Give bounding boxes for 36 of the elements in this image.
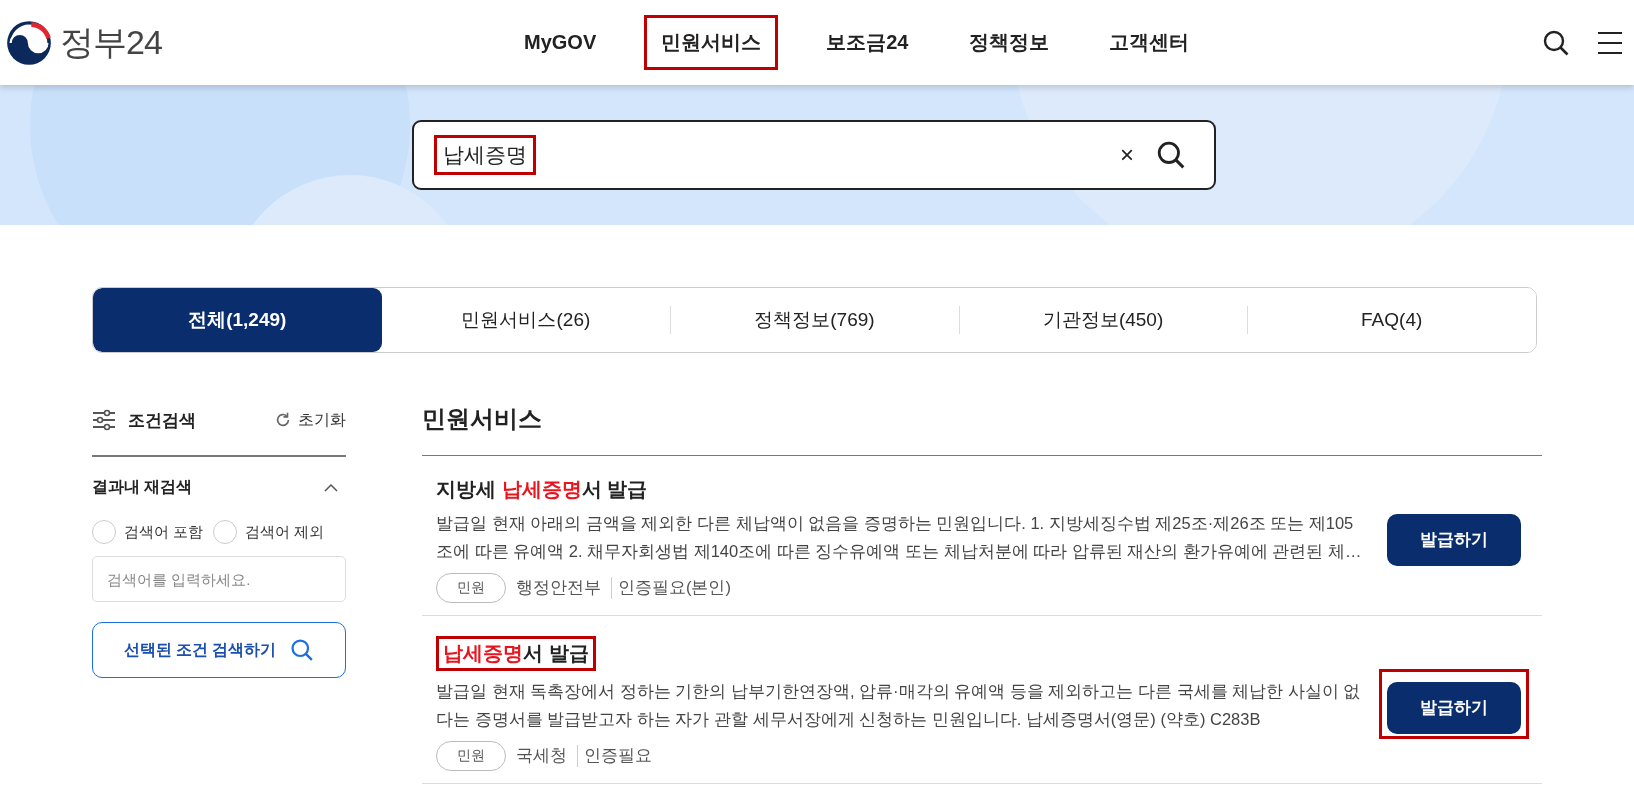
reset-button[interactable]: 초기화 bbox=[274, 409, 346, 431]
issue-button[interactable]: 발급하기 bbox=[1387, 681, 1521, 734]
section-title: 결과내 재검색 bbox=[92, 477, 193, 497]
filter-title: 조건검색 bbox=[128, 409, 196, 432]
radio-option[interactable]: 검색어 포함 bbox=[92, 520, 204, 544]
refresh-icon bbox=[274, 411, 292, 429]
search-icon bbox=[290, 638, 315, 662]
clear-button[interactable]: × bbox=[1120, 141, 1134, 169]
agency-label: 행정안전부 bbox=[516, 577, 601, 598]
apply-search-button[interactable]: 선택된 조건 검색하기 bbox=[92, 622, 346, 678]
search-value: 납세증명 bbox=[442, 142, 528, 168]
radio-option[interactable]: 검색어 제외 bbox=[213, 520, 325, 544]
section-heading: 민원서비스 bbox=[422, 403, 1542, 456]
nav-link[interactable]: 보조금24 bbox=[814, 23, 921, 62]
filter-icon bbox=[92, 409, 116, 431]
auth-label: 인증필요 bbox=[577, 745, 652, 767]
agency-label: 국세청 bbox=[516, 745, 567, 766]
search-icon[interactable] bbox=[1542, 28, 1570, 57]
tab[interactable]: FAQ(4) bbox=[1247, 288, 1536, 352]
nav-link[interactable]: 고객센터 bbox=[1096, 23, 1201, 62]
nav-link[interactable]: 정책정보 bbox=[956, 23, 1061, 62]
keyword-input[interactable]: 검색어를 입력하세요. bbox=[92, 556, 346, 602]
issue-button[interactable]: 발급하기 bbox=[1387, 513, 1521, 566]
auth-label: 인증필요(본인) bbox=[611, 577, 731, 599]
search-field[interactable]: 납세증명 × bbox=[412, 120, 1216, 190]
logo-text[interactable]: 정부24 bbox=[60, 19, 162, 66]
result-title[interactable]: 납세증명서 발급 bbox=[439, 639, 593, 668]
tab[interactable]: 전체(1,249) bbox=[93, 288, 382, 352]
search-icon[interactable] bbox=[1156, 140, 1186, 170]
nav-link[interactable]: MyGOV bbox=[512, 25, 609, 60]
nav-link[interactable]: 민원서비스 bbox=[647, 18, 776, 67]
chevron-icon[interactable] bbox=[324, 482, 338, 493]
result-title[interactable]: 지방세 납세증명서 발급 bbox=[436, 476, 648, 503]
result-description: 발급일 현재 독촉장에서 정하는 기한의 납부기한연장액, 압류·매각의 유예액 등을 제외하고는 다른 국세를 체납한 사실이 없다는 증명서를 발급받고자 하는 자가 관할 세무서장에게 신청하는 민원입니다. 납세증명서(영문) (약호) C283B bbox=[436, 681, 1362, 730]
logo-icon bbox=[6, 19, 52, 66]
result-description: 발급일 현재 아래의 금액을 제외한 다른 체납액이 없음을 증명하는 민원입니다. 1. 지방세징수법 제25조·제26조 또는 제105조에 따른 유예액 2. 채무자회생법 제140조에 따른 징수유예액 또는 체납처분에 따라 압류된 재산의 환가유예에 관련된 체… bbox=[436, 513, 1363, 562]
